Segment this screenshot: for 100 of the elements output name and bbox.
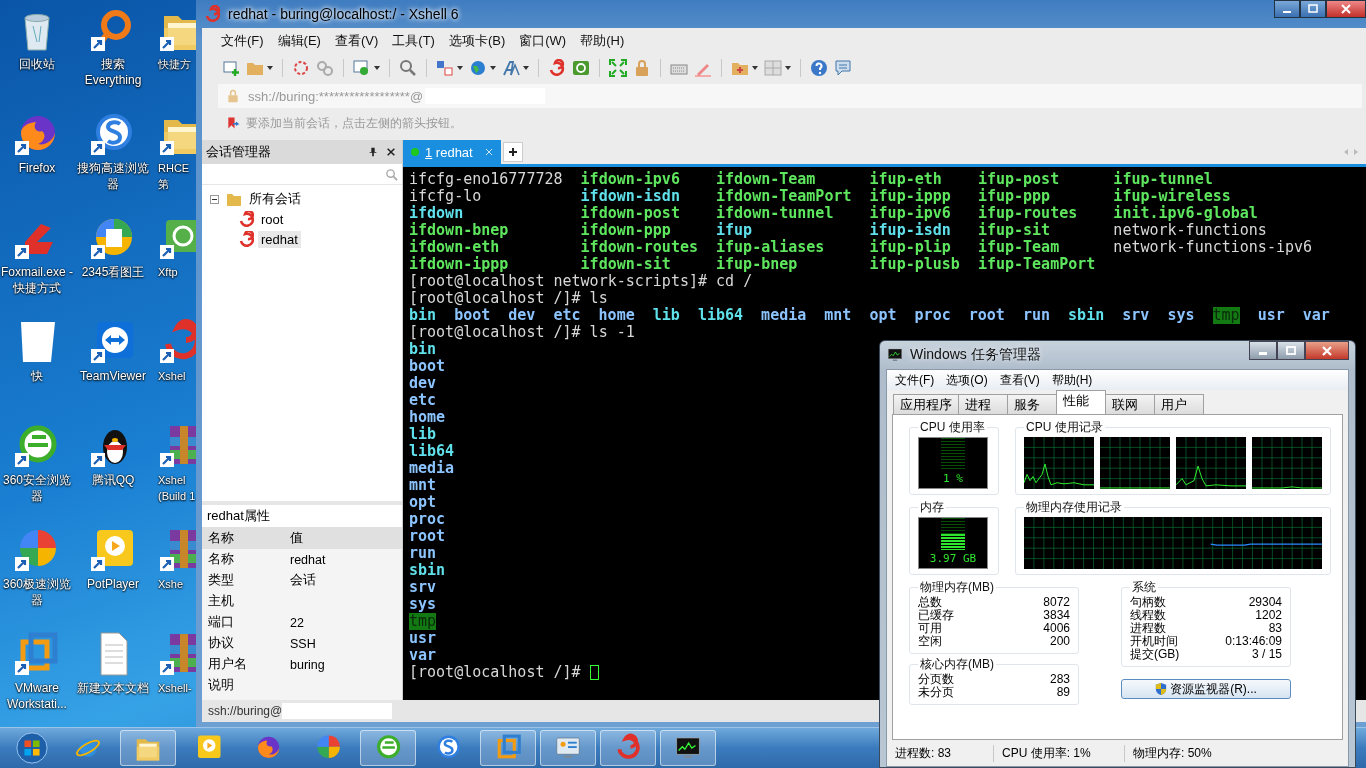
terminal-text: media [409,460,455,477]
spiral-icon [238,211,254,227]
property-value: redhat [289,552,326,567]
minimize-icon [1259,351,1267,355]
menu-item[interactable]: 工具(T) [387,30,440,52]
property-name: 主机 [207,593,235,610]
spiral-icon[interactable] [158,318,196,366]
terminal-text: root [968,307,1005,324]
menu-item[interactable]: 查看(V) [329,30,384,52]
menu-item[interactable]: 帮助(H) [1047,371,1097,389]
terminal-text: ifcfg-eno16777728 [409,171,564,188]
maximize-button[interactable] [1277,341,1305,360]
property-name: 端口 [207,614,235,631]
lock-icon [226,89,240,103]
terminal-text: ifup-bnep [716,256,798,273]
menu-item[interactable]: 文件(F) [891,371,939,389]
disconnect-icon[interactable] [292,59,310,77]
property-name: 类型 [207,572,235,589]
terminal-text: ifup-plip [869,239,951,256]
tab[interactable]: 性能 [1056,390,1106,414]
group-title: 内存 [919,499,945,516]
tab[interactable]: 进程 [958,394,1008,414]
new-tab-button[interactable] [503,142,523,162]
caret-icon[interactable] [752,66,758,70]
caret-icon[interactable] [374,66,380,70]
tab[interactable]: 服务 [1007,394,1057,414]
taskbar-button[interactable] [660,730,716,766]
terminal-text: ifdown-TeamPort [716,188,853,205]
cpu-history-graph [1176,437,1246,489]
terminal-text: ifup-plusb [869,256,961,273]
menu-item[interactable]: 文件(F) [216,30,269,52]
terminal-text: ifup-sit [977,222,1051,239]
caret-icon[interactable] [785,66,791,70]
minimize-icon [1283,11,1291,13]
menu-item[interactable]: 窗口(W) [514,30,572,52]
terminal-text: run [1022,307,1051,324]
stat-value: 8072 [1043,596,1070,609]
window-title: redhat - buring@localhost:/ - Xshell 6 [228,6,459,22]
caret-icon[interactable] [490,66,496,70]
search-icon[interactable] [399,59,417,77]
menu-item[interactable]: 查看(V) [995,371,1044,389]
pin-icon[interactable] [368,147,378,157]
terminal-text: var [409,647,437,664]
terminal-text: ifdown-tunnel [716,205,835,222]
terminal-text: dev [508,307,536,324]
desktop-icon-label: Xshel [158,369,186,384]
transfer-icon[interactable] [436,59,454,77]
tab[interactable]: 联网 [1105,394,1155,414]
terminal-text: [root@localhost /]# ls [409,290,608,307]
close-icon [1322,345,1332,356]
terminal-text: dev [409,375,437,392]
terminal-text: var [1302,307,1330,324]
caret-icon[interactable] [457,66,463,70]
tab[interactable]: 用户 [1154,394,1204,414]
terminal-text: [root@localhost /]# ls -1 [409,324,635,341]
close-button[interactable] [1305,341,1349,360]
menu-item[interactable]: 帮助(H) [575,30,630,52]
tab[interactable]: 应用程序 [893,394,959,414]
close-button[interactable] [1326,0,1366,18]
terminal-text: ifup-TeamPort [977,256,1097,273]
terminal-text: mnt [824,307,852,324]
caret-icon[interactable] [267,66,273,70]
fullscreen-icon[interactable] [609,59,627,77]
terminal-text: ifup-ppp [977,188,1051,205]
squares-icon[interactable] [13,630,61,678]
property-name: 说明 [207,677,235,694]
collapse-icon[interactable] [210,194,219,204]
tree-item[interactable]: root [258,210,287,228]
shield-icon [1155,682,1168,696]
terminal-text: ifup-routes [977,205,1079,222]
status-text: ssh://buring@ [208,704,283,718]
terminal-text: bin [409,341,437,358]
plus-icon [508,147,518,157]
terminal-text: [root@localhost /]# [409,664,581,681]
font-icon[interactable] [502,59,520,77]
menu-item[interactable]: 编辑(E) [272,30,326,52]
terminal-text: bin [409,307,437,324]
bookmark-arrow-icon[interactable] [226,116,240,130]
chat-icon[interactable] [834,59,852,77]
terminal-text: proc [409,511,446,528]
caret-icon[interactable] [523,66,529,70]
search-icon[interactable] [385,167,398,181]
tree-item[interactable]: 所有会话 [246,189,304,209]
menu-item[interactable]: 选项(O) [942,371,992,389]
minimize-button[interactable] [1274,0,1300,18]
resource-monitor-button[interactable]: 资源监视器(R)... [1121,679,1291,699]
close-icon [1341,4,1351,14]
terminal-text: sbin [409,562,446,579]
menu-item[interactable]: 选项卡(B) [443,30,511,52]
terminal-text: root [409,528,446,545]
spiral-icon[interactable] [548,59,566,77]
maximize-button[interactable] [1300,0,1326,18]
new-session-icon[interactable] [222,59,240,77]
minimize-button[interactable] [1249,341,1277,360]
transfer-app-icon[interactable] [572,59,590,77]
globe-icon[interactable] [469,59,487,77]
desktop-icon-label: 腾讯QQ [91,472,135,488]
tree-item[interactable]: redhat [258,230,301,248]
close-icon[interactable] [386,147,396,157]
help-icon[interactable] [810,59,828,77]
